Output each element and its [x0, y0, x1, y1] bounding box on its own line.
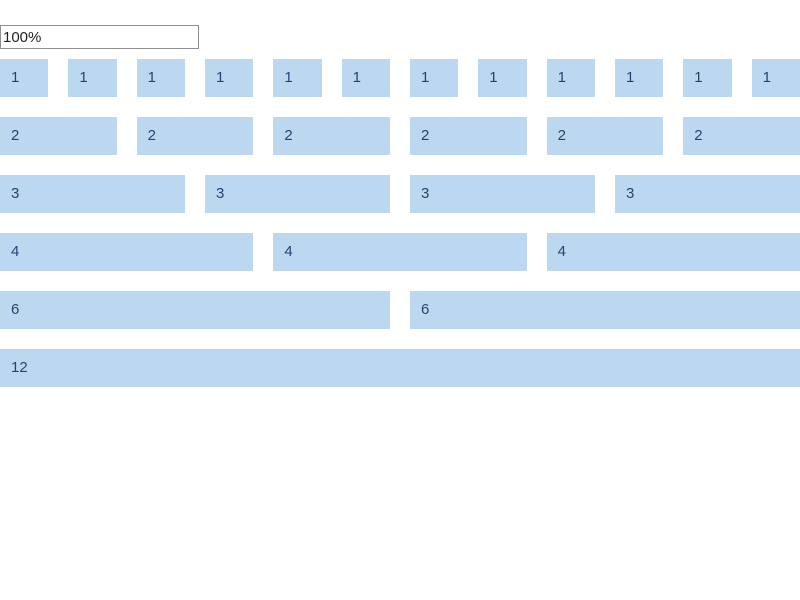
grid-row-span-4: 444: [0, 233, 800, 271]
grid-cell-span-6: 6: [0, 291, 390, 329]
grid-cell-span-1: 1: [614, 59, 664, 97]
grid-cell-span-3: 3: [0, 175, 185, 213]
grid-cell-span-2: 2: [0, 117, 117, 155]
grid-cell-span-3: 3: [410, 175, 595, 213]
grid-cell-span-1: 1: [546, 59, 595, 97]
grid-cell-span-1: 1: [751, 59, 800, 97]
grid-cell-span-1: 1: [204, 59, 254, 97]
grid-cell-span-1: 1: [409, 59, 459, 97]
grid-cell-span-4: 4: [0, 233, 254, 271]
grid-cell-span-1: 1: [683, 59, 732, 97]
grid-demo-page: 11111111111122222233334446612: [0, 0, 800, 600]
grid-cell-span-3: 3: [205, 175, 390, 213]
grid-cell-span-6: 6: [410, 291, 800, 329]
grid-cell-span-1: 1: [341, 59, 390, 97]
grid-cell-span-1: 1: [68, 59, 117, 97]
column-grid: 1 1 1 1 1 1 1 1 1 1 1 1 2 2 2 2 2 2 3 3 3 3 4 4 4 6 6 12: [0, 59, 800, 407]
container-width-input[interactable]: [0, 25, 199, 49]
grid-cell-span-3: 3: [615, 175, 800, 213]
grid-cell-span-4: 4: [546, 233, 800, 271]
grid-row-span-3: 3333: [0, 175, 800, 213]
grid-cell-span-1: 1: [136, 59, 185, 97]
grid-cell-span-2: 2: [546, 117, 664, 155]
grid-cell-span-2: 2: [683, 117, 800, 155]
grid-cell-span-2: 2: [409, 117, 527, 155]
grid-cell-span-4: 4: [273, 233, 527, 271]
grid-cell-span-1: 1: [273, 59, 322, 97]
grid-row-span-12: 12: [0, 349, 800, 387]
grid-cell-span-2: 2: [136, 117, 254, 155]
grid-cell-span-12: 12: [0, 349, 800, 387]
grid-row-span-2: 222222: [0, 117, 800, 155]
grid-cell-span-2: 2: [273, 117, 390, 155]
grid-row-span-1: 111111111111: [0, 59, 800, 97]
grid-cell-span-1: 1: [0, 59, 49, 97]
grid-row-span-6: 66: [0, 291, 800, 329]
grid-cell-span-1: 1: [478, 59, 527, 97]
